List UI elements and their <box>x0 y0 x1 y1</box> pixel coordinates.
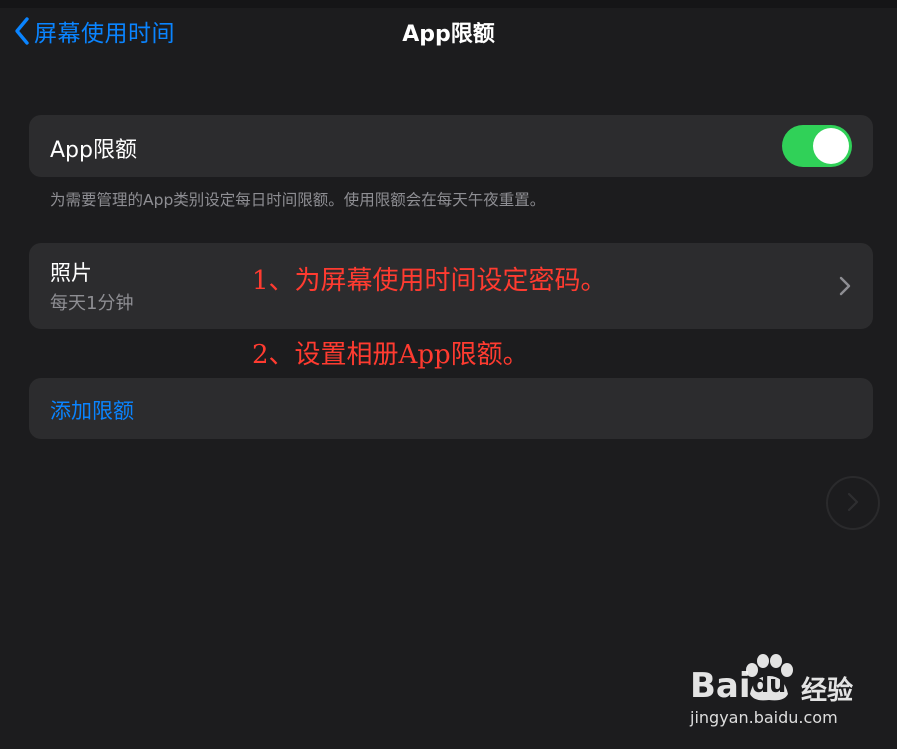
navigation-bar: 屏幕使用时间 App限额 <box>0 0 897 62</box>
app-limits-switch[interactable] <box>782 125 852 167</box>
app-limits-label: App限额 <box>50 138 137 163</box>
limit-title: 照片 <box>50 261 92 285</box>
limit-subtitle: 每天1分钟 <box>50 293 134 314</box>
add-limit-button[interactable]: 添加限额 <box>29 378 873 439</box>
watermark-du: du <box>752 670 787 698</box>
switch-knob <box>813 128 849 164</box>
watermark-url: jingyan.baidu.com <box>690 708 838 727</box>
watermark-jingyan: 经验 <box>801 676 854 706</box>
add-limit-label: 添加限额 <box>50 399 134 423</box>
app-limits-toggle-row: App限额 <box>29 115 873 177</box>
annotation-step-2: 2、设置相册App限额。 <box>252 340 529 370</box>
assistive-touch-button[interactable] <box>826 476 880 530</box>
status-strip <box>0 0 897 8</box>
chevron-right-icon <box>847 492 859 512</box>
annotation-step-1: 1、为屏幕使用时间设定密码。 <box>252 266 607 296</box>
page-title: App限额 <box>402 22 495 47</box>
chevron-right-icon <box>839 276 851 300</box>
app-limits-footnote: 为需要管理的App类别设定每日时间限额。使用限额会在每天午夜重置。 <box>50 191 546 209</box>
baidu-jingyan-watermark: Bai du 经验 jingyan.baidu.com <box>690 652 890 737</box>
